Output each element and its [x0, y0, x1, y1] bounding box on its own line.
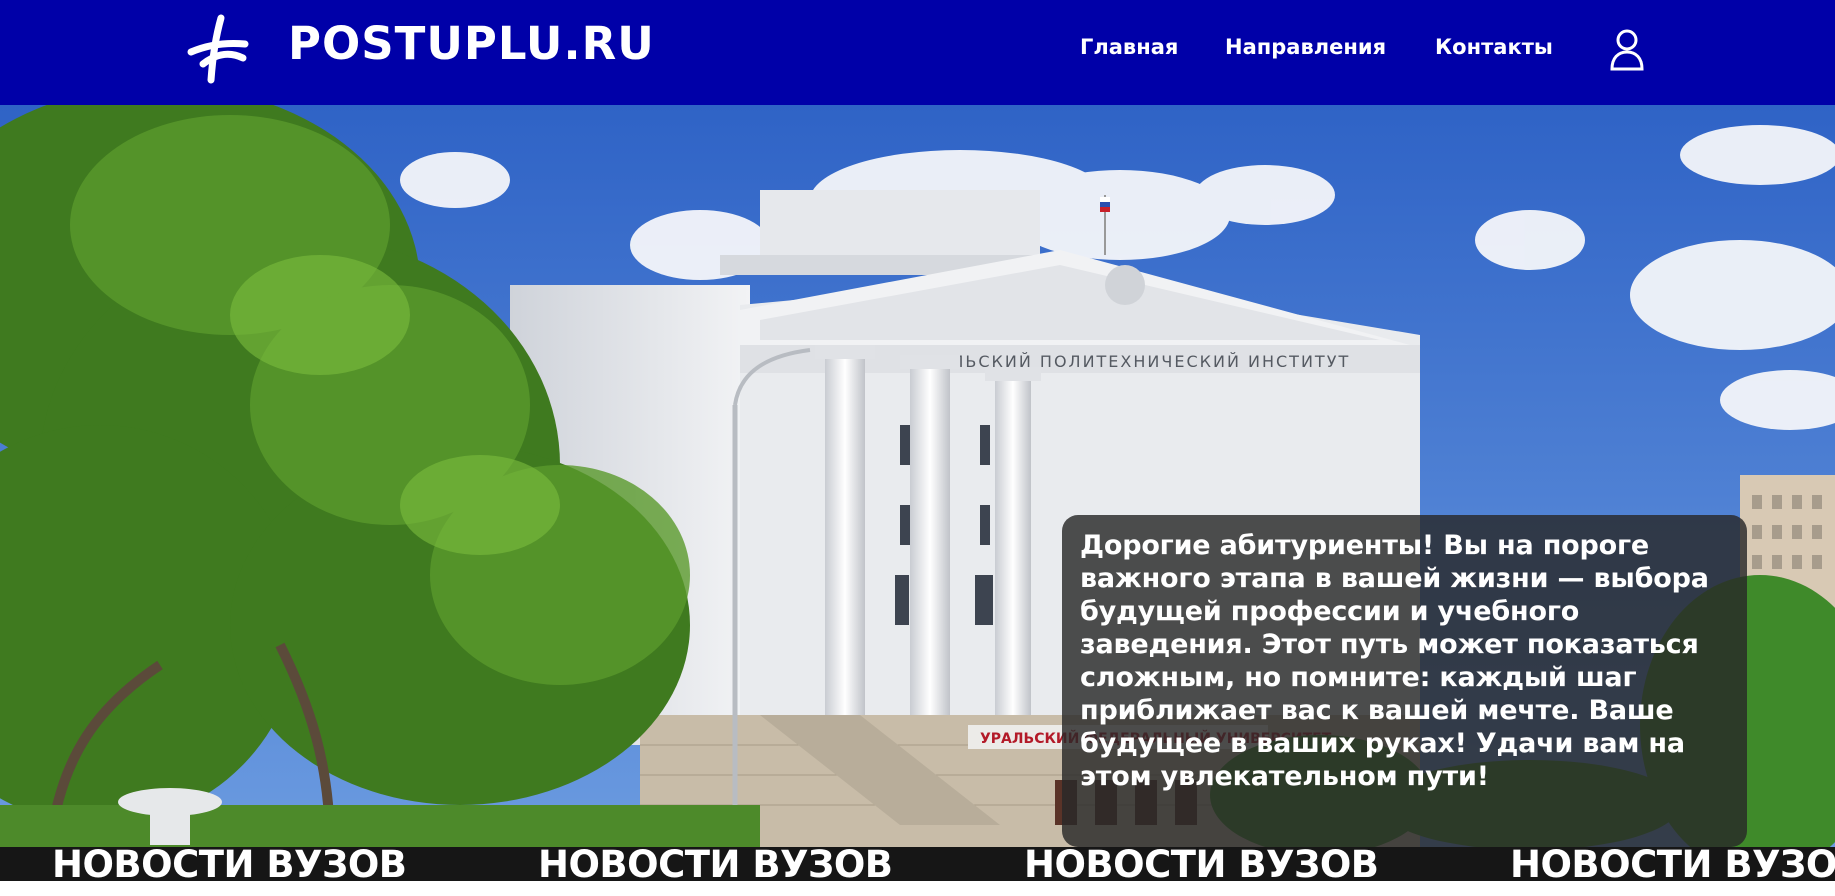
hero-section: УРАЛЬСКИЙ ПОЛИТЕХНИЧЕСКИЙ ИНСТИТУТ УРАЛЬ… [0, 105, 1835, 847]
ticker-item[interactable]: НОВОСТИ ВУЗОВ [1510, 847, 1835, 881]
ticker-item[interactable]: НОВОСТИ ВУЗОВ [52, 847, 407, 881]
news-ticker[interactable]: НОВОСТИ ВУЗОВ НОВОСТИ ВУЗОВ НОВОСТИ ВУЗО… [0, 847, 1835, 881]
site-header: POSTUPLU.RU Главная Направления Контакты [0, 0, 1835, 105]
crossed-pencil-logo-icon[interactable] [183, 12, 253, 88]
building-sign: УРАЛЬСКИЙ ПОЛИТЕХНИЧЕСКИЙ ИНСТИТУТ [915, 352, 1350, 371]
nav-home-link[interactable]: Главная [1080, 32, 1178, 62]
nav-directions-link[interactable]: Направления [1225, 32, 1386, 62]
welcome-message-card: Дорогие абитуриенты! Вы на пороге важног… [1062, 515, 1747, 847]
ticker-item[interactable]: НОВОСТИ ВУЗОВ [1024, 847, 1379, 881]
nav-contacts-link[interactable]: Контакты [1435, 32, 1553, 62]
ticker-item[interactable]: НОВОСТИ ВУЗОВ [538, 847, 893, 881]
user-icon[interactable] [1609, 28, 1645, 72]
brand-name[interactable]: POSTUPLU.RU [288, 16, 655, 72]
welcome-message-text: Дорогие абитуриенты! Вы на пороге важног… [1080, 530, 1709, 792]
